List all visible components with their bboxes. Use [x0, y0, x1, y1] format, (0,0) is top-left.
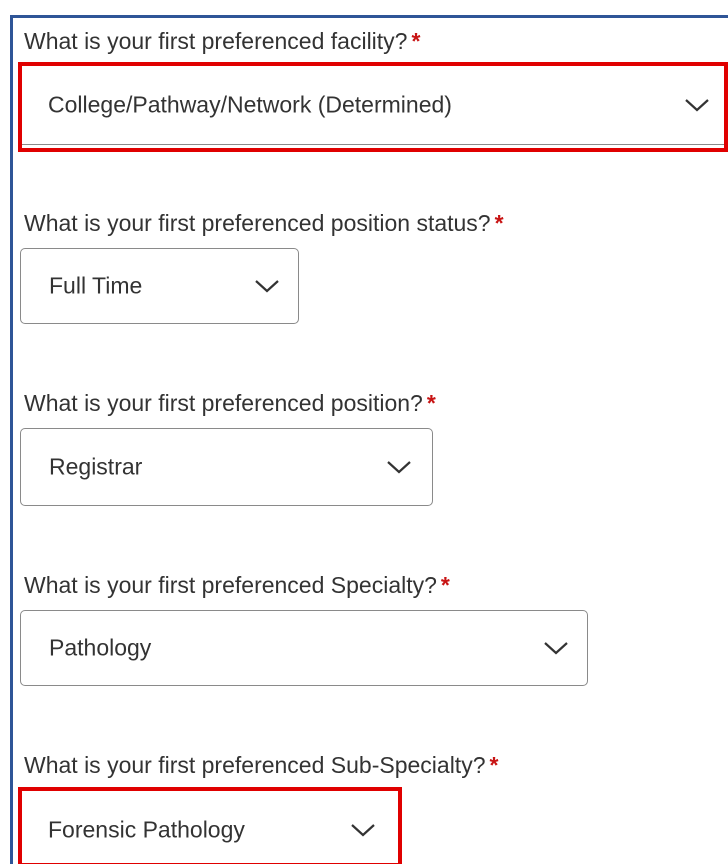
position-question: What is your first preferenced position?… — [24, 390, 436, 417]
required-marker: * — [411, 28, 421, 54]
specialty-select[interactable]: Pathology — [20, 610, 588, 686]
required-marker: * — [494, 210, 504, 236]
position-status-question-label: What is your first preferenced position … — [24, 210, 491, 236]
position-question-label: What is your first preferenced position? — [24, 390, 423, 416]
sub-specialty-question: What is your first preferenced Sub-Speci… — [24, 752, 498, 779]
chevron-down-icon — [255, 280, 279, 293]
specialty-question: What is your first preferenced Specialty… — [24, 572, 450, 599]
position-status-question: What is your first preferenced position … — [24, 210, 504, 237]
specialty-question-label: What is your first preferenced Specialty… — [24, 572, 437, 598]
facility-highlight-box — [18, 62, 728, 152]
position-status-select-value: Full Time — [49, 272, 143, 299]
position-select[interactable]: Registrar — [20, 428, 433, 506]
required-marker: * — [426, 390, 436, 416]
required-marker: * — [440, 572, 450, 598]
facility-question-label: What is your first preferenced facility? — [24, 28, 408, 54]
sub-specialty-question-label: What is your first preferenced Sub-Speci… — [24, 752, 486, 778]
facility-question: What is your first preferenced facility?… — [24, 28, 420, 55]
chevron-down-icon — [387, 461, 411, 474]
sub-specialty-highlight-box — [18, 787, 402, 864]
chevron-down-icon — [544, 642, 568, 655]
position-status-select[interactable]: Full Time — [20, 248, 299, 324]
position-select-value: Registrar — [49, 453, 143, 480]
specialty-select-value: Pathology — [49, 634, 152, 661]
required-marker: * — [489, 752, 499, 778]
